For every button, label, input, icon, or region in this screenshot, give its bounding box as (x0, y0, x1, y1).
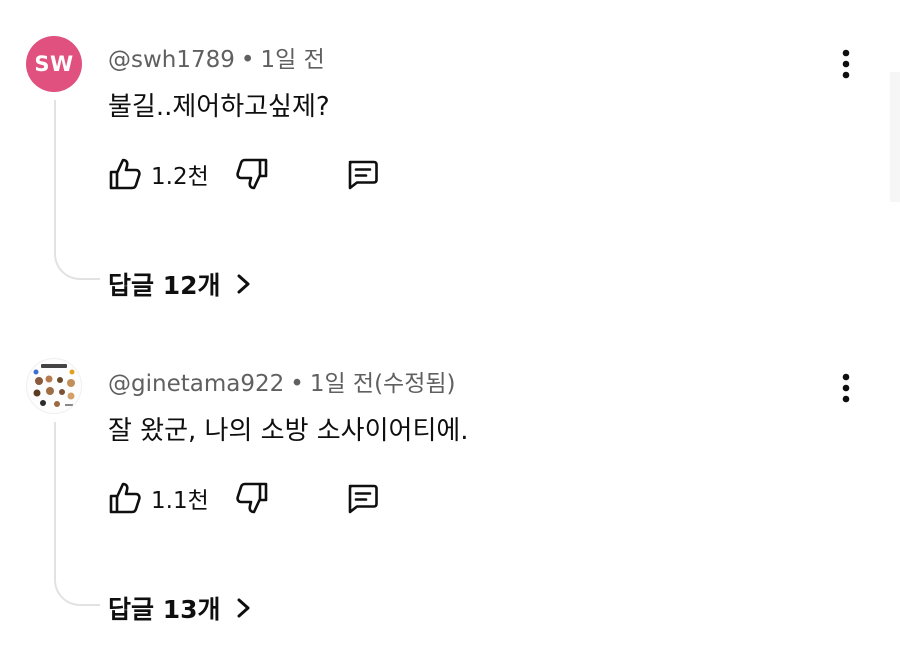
meta-separator: • (240, 47, 255, 73)
thread-connector-line (54, 422, 100, 606)
more-options-button[interactable] (834, 370, 858, 406)
comment-meta: @swh1789 • 1일 전 (108, 40, 325, 74)
thumbs-down-icon (234, 156, 270, 192)
comment-thread: SW @swh1789 • 1일 전 불길..제어하고싶제? 1.2천 답글 12개 (0, 0, 900, 318)
comment-time: 1일 전 (260, 47, 325, 73)
thumbs-up-icon (107, 156, 143, 192)
scroll-edge (890, 72, 900, 202)
thread-connector-line (54, 100, 100, 280)
avatar[interactable]: SW (26, 36, 82, 92)
comment-time: 1일 전(수정됨) (309, 371, 456, 397)
like-count: 1.2천 (151, 164, 209, 190)
dislike-button[interactable] (234, 156, 270, 192)
reply-button[interactable] (344, 480, 380, 516)
view-replies-button[interactable]: 답글 13개 (108, 590, 253, 626)
replies-label: 답글 13개 (108, 595, 221, 624)
dislike-button[interactable] (234, 480, 270, 516)
replies-label: 답글 12개 (108, 271, 221, 300)
like-button[interactable]: 1.2천 (107, 156, 209, 192)
comment-text: 불길..제어하고싶제? (108, 92, 330, 122)
comment-thread: @ginetama922 • 1일 전(수정됨) 잘 왔군, 나의 소방 소사이어티… (0, 330, 900, 646)
comment-author[interactable]: @ginetama922 (108, 371, 284, 397)
comment-author[interactable]: @swh1789 (108, 47, 235, 73)
reply-button[interactable] (344, 156, 380, 192)
avatar[interactable] (26, 358, 82, 414)
chevron-right-icon (235, 597, 253, 619)
avatar-initials: SW (34, 52, 74, 76)
thumbs-down-icon (234, 480, 270, 516)
chevron-right-icon (235, 273, 253, 295)
more-vert-icon (842, 373, 850, 403)
like-count: 1.1천 (151, 488, 209, 514)
avatar-image (27, 359, 81, 413)
meta-separator: • (290, 371, 304, 397)
comment-meta: @ginetama922 • 1일 전(수정됨) (108, 364, 456, 398)
comment-icon (344, 156, 380, 192)
view-replies-button[interactable]: 답글 12개 (108, 266, 253, 302)
thumbs-up-icon (107, 480, 143, 516)
comment-icon (344, 480, 380, 516)
more-options-button[interactable] (834, 46, 858, 82)
more-vert-icon (842, 49, 850, 79)
like-button[interactable]: 1.1천 (107, 480, 209, 516)
comment-text: 잘 왔군, 나의 소방 소사이어티에. (108, 416, 469, 446)
